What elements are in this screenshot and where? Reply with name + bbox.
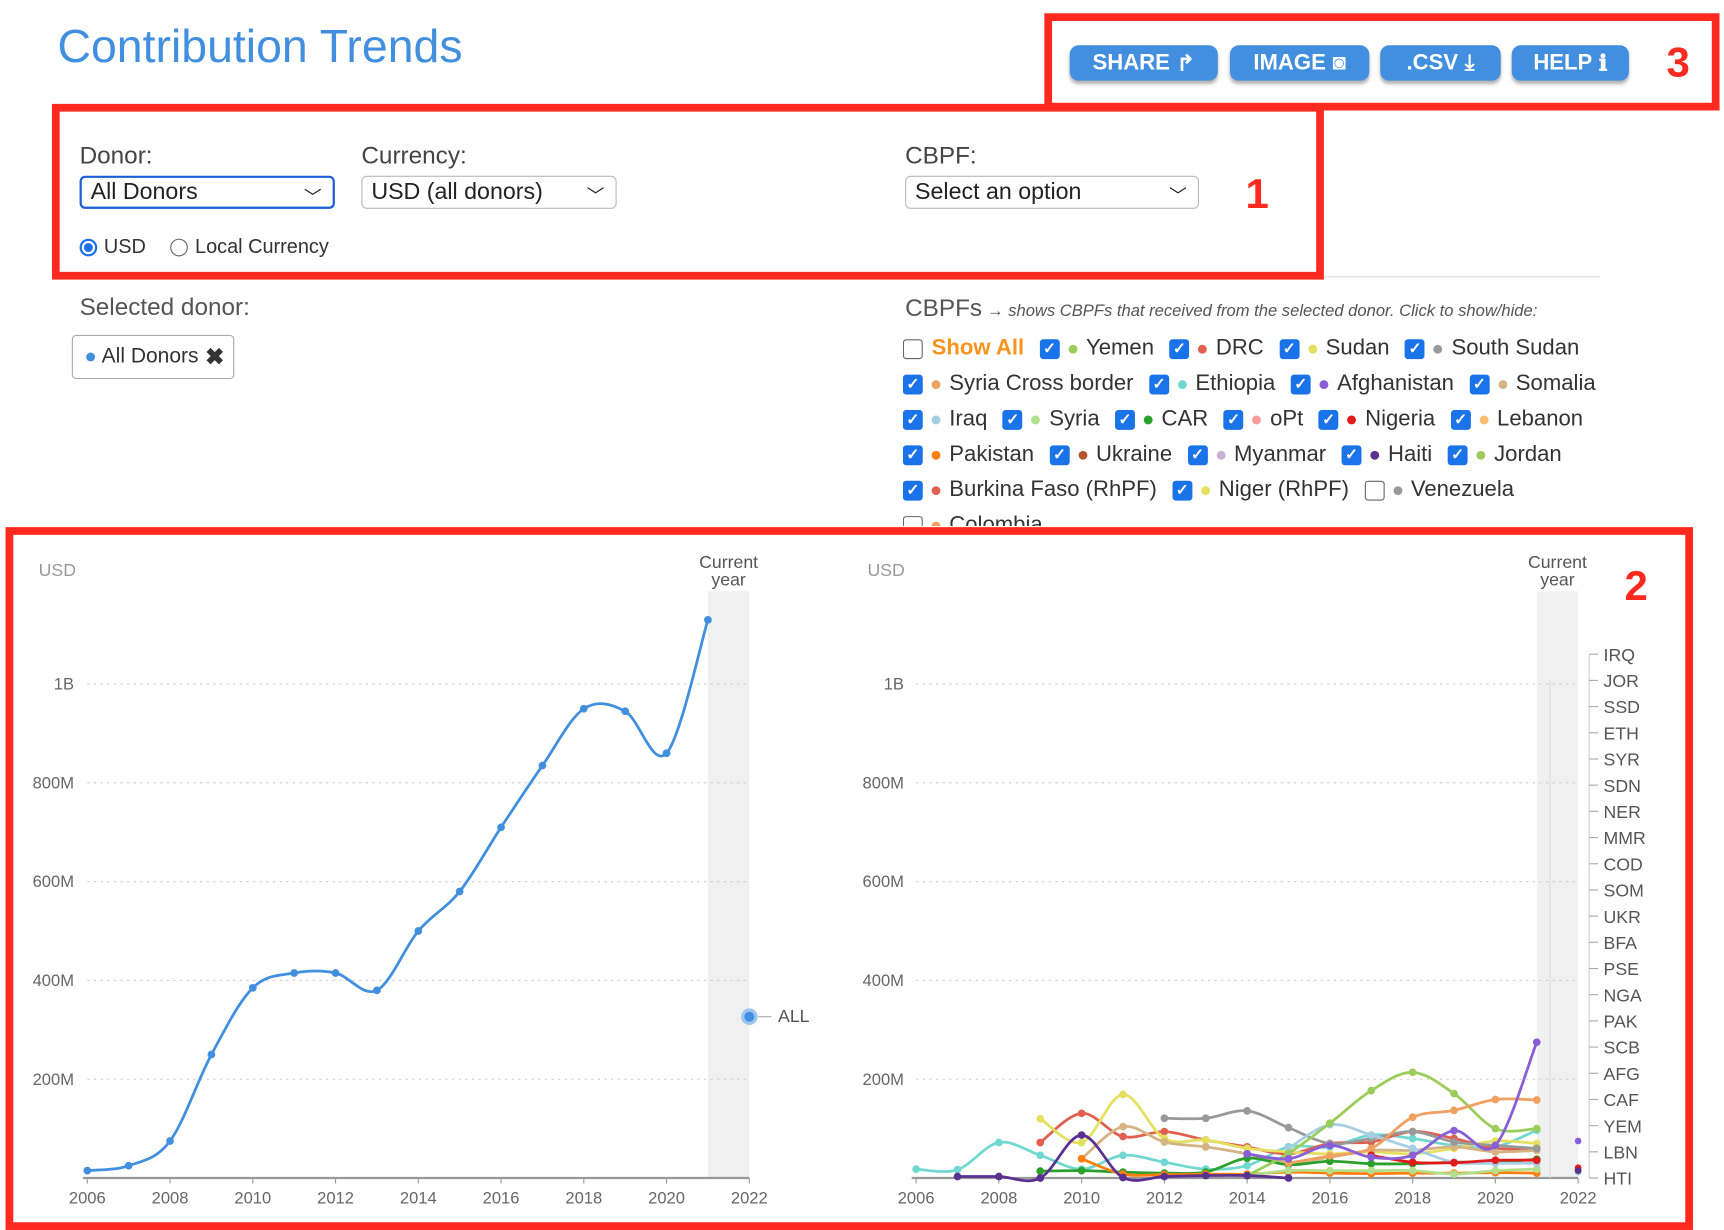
- annotation-number-1: 1: [1245, 171, 1269, 218]
- annotation-box-2: [5, 527, 1694, 1230]
- annotation-number-3: 3: [1666, 39, 1690, 87]
- annotation-box-3: [1044, 13, 1720, 111]
- annotation-box-1: [51, 103, 1324, 280]
- annotation-number-2: 2: [1624, 563, 1648, 611]
